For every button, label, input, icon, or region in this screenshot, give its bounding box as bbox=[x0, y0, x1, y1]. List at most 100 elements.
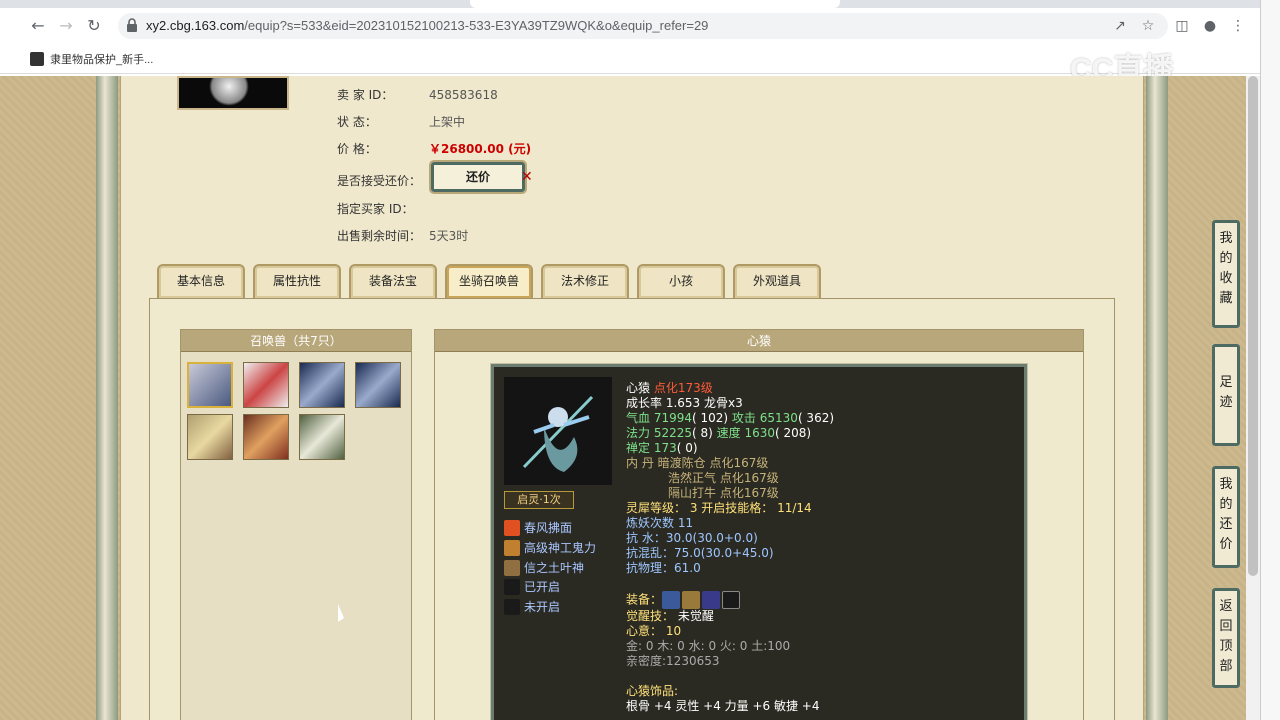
my-counter-offers-button[interactable]: 我的还价 bbox=[1211, 465, 1241, 569]
equipment-icon[interactable] bbox=[722, 591, 741, 609]
equipment-icon[interactable] bbox=[702, 591, 721, 609]
lianyao-count: 炼妖次数 11 bbox=[626, 516, 694, 530]
resist-physical: 抗物理：61.0 bbox=[626, 561, 701, 575]
mp-label: 法力 bbox=[626, 426, 654, 440]
seller-id-label: 卖 家 ID： bbox=[337, 88, 394, 102]
accept-counter-row: 是否接受还价： bbox=[337, 172, 429, 189]
tab-spell-mods[interactable]: 法术修正 bbox=[541, 264, 629, 298]
pet-stats: 心猿 点化173级 成长率 1.653 龙骨x3 气血 71994( 102) … bbox=[626, 381, 834, 714]
tab-appearance[interactable]: 外观道具 bbox=[733, 264, 821, 298]
skill-item[interactable]: 高级神工鬼力 bbox=[504, 539, 596, 556]
profile-icon[interactable]: ● bbox=[1200, 16, 1220, 36]
status-value: 上架中 bbox=[429, 115, 466, 129]
left-decorative-rail bbox=[96, 76, 118, 720]
zen-label: 禅定 bbox=[626, 441, 654, 455]
pet-portrait[interactable] bbox=[299, 362, 345, 408]
qiling-badge: 启灵·1次 bbox=[504, 491, 574, 509]
footprint-button[interactable]: 足迹 bbox=[1211, 343, 1241, 447]
pet-portrait[interactable] bbox=[355, 362, 401, 408]
skill-label: 已开启 bbox=[524, 580, 561, 594]
pet-portrait[interactable] bbox=[243, 362, 289, 408]
pet-card: 启灵·1次 春风拂面 高级神工鬼力 信之土叶神 已开启 未开启 心猿 点化173… bbox=[490, 363, 1028, 720]
back-arrow-icon[interactable]: ← bbox=[28, 16, 48, 36]
xinyi-value: 心意： 10 bbox=[626, 624, 682, 638]
address-bar[interactable]: xy2.cbg.163.com/equip?s=533&eid=20231015… bbox=[118, 13, 1168, 39]
zen-value: 173 bbox=[653, 441, 677, 455]
atk-value: 65130 bbox=[759, 411, 798, 425]
page-scrollbar[interactable] bbox=[1246, 76, 1260, 720]
active-browser-tab[interactable] bbox=[470, 0, 840, 8]
slot-icon bbox=[504, 578, 520, 595]
price-label: 价 格： bbox=[337, 142, 377, 156]
ornament-stats: 根骨 +4 灵性 +4 力量 +6 敏捷 +4 bbox=[626, 699, 820, 713]
gear-icon bbox=[504, 539, 520, 556]
skill-label: 信之土叶神 bbox=[524, 561, 585, 575]
skill-item[interactable]: 已开启 bbox=[504, 578, 560, 595]
share-icon[interactable]: ↗ bbox=[1110, 16, 1130, 36]
hp-extra: ( 102) bbox=[692, 411, 729, 425]
page-background: 卖 家 ID： 458583618 状 态： 上架中 价 格： ￥26800.00 (… bbox=[0, 76, 1246, 720]
tab-equipment[interactable]: 装备法宝 bbox=[349, 264, 437, 298]
time-left-label: 出售剩余时间： bbox=[337, 229, 422, 243]
pet-portrait[interactable] bbox=[299, 414, 345, 460]
leaf-icon bbox=[504, 559, 520, 576]
counter-offer-button[interactable]: 还价 bbox=[429, 160, 527, 194]
equip-label: 装备： bbox=[626, 592, 663, 607]
pet-list-panel: 召唤兽（共7只） bbox=[180, 329, 412, 720]
mp-value: 52225 bbox=[653, 426, 693, 440]
price-row: 价 格： ￥26800.00 (元) bbox=[337, 140, 531, 157]
skill-label: 高级神工鬼力 bbox=[524, 541, 597, 555]
seller-id-row: 卖 家 ID： 458583618 bbox=[337, 86, 498, 103]
resist-chaos: 抗混乱：75.0(30.0+45.0) bbox=[626, 546, 774, 560]
fire-icon bbox=[504, 519, 520, 536]
scrollbar-thumb[interactable] bbox=[1248, 76, 1258, 576]
lingxi-level: 灵犀等级： 3 开启技能格： 11/14 bbox=[626, 501, 812, 515]
neidan-item: 隔山打牛 点化167级 bbox=[668, 486, 779, 500]
character-avatar bbox=[177, 76, 289, 110]
skill-item[interactable]: 未开启 bbox=[504, 598, 560, 615]
tab-basic-info[interactable]: 基本信息 bbox=[157, 264, 245, 298]
growth-rate: 成长率 1.653 龙骨x3 bbox=[626, 396, 743, 410]
skill-item[interactable]: 信之土叶神 bbox=[504, 559, 584, 576]
tab-content: 召唤兽（共7只） 心猿 启灵·1次 春风拂面 高级神工鬼力 信之土叶神 已开启 … bbox=[149, 298, 1115, 720]
tab-attributes[interactable]: 属性抗性 bbox=[253, 264, 341, 298]
my-favorites-button[interactable]: 我的收藏 bbox=[1211, 219, 1241, 329]
tab-children[interactable]: 小孩 bbox=[637, 264, 725, 298]
tab-strip bbox=[0, 0, 1260, 8]
forward-arrow-icon[interactable]: → bbox=[56, 16, 76, 36]
pet-name: 心猿 bbox=[626, 381, 651, 395]
ornament-label: 心猿饰品: bbox=[626, 684, 679, 698]
pet-portrait[interactable] bbox=[187, 414, 233, 460]
main-panel: 卖 家 ID： 458583618 状 态： 上架中 价 格： ￥26800.00 (… bbox=[120, 76, 1144, 720]
slot-icon bbox=[504, 598, 520, 615]
right-decorative-rail bbox=[1146, 76, 1168, 720]
pet-portrait[interactable] bbox=[243, 414, 289, 460]
reload-icon[interactable]: ↻ bbox=[84, 16, 104, 36]
time-left-row: 出售剩余时间： 5天3时 bbox=[337, 227, 468, 244]
bookmark-item[interactable]: 隶里物品保护_新手... bbox=[30, 51, 153, 67]
tab-mounts-pets[interactable]: 坐骑召唤兽 bbox=[445, 264, 533, 298]
pet-portrait[interactable] bbox=[187, 362, 233, 408]
designated-buyer-row: 指定买家 ID： bbox=[337, 200, 429, 217]
lock-icon bbox=[127, 18, 137, 32]
spd-extra: ( 208) bbox=[775, 426, 812, 440]
status-label: 状 态： bbox=[337, 115, 377, 129]
mouse-cursor-icon bbox=[338, 604, 344, 622]
browser-toolbar: ← → ↻ xy2.cbg.163.com/equip?s=533&eid=20… bbox=[0, 8, 1260, 44]
pet-detail-header: 心猿 bbox=[435, 330, 1083, 352]
url-host: xy2.cbg.163.com bbox=[146, 18, 245, 33]
pet-list-header: 召唤兽（共7只） bbox=[181, 330, 411, 352]
price-value: ￥26800.00 (元) bbox=[429, 142, 532, 156]
sidepanel-icon[interactable]: ◫ bbox=[1172, 16, 1192, 36]
back-to-top-button[interactable]: 返回顶部 bbox=[1211, 587, 1241, 689]
bookmark-label: 隶里物品保护_新手... bbox=[50, 54, 154, 66]
background-window-edge bbox=[1260, 0, 1280, 720]
star-icon[interactable]: ☆ bbox=[1138, 16, 1158, 36]
equipment-icon[interactable] bbox=[682, 591, 701, 609]
menu-icon[interactable]: ⋮ bbox=[1228, 16, 1248, 36]
spd-label: 速度 bbox=[712, 426, 745, 440]
pet-detail-panel: 心猿 启灵·1次 春风拂面 高级神工鬼力 信之土叶神 已开启 未开启 心猿 点化… bbox=[434, 329, 1084, 720]
skill-item[interactable]: 春风拂面 bbox=[504, 519, 572, 536]
equipment-icon[interactable] bbox=[662, 591, 681, 609]
neidan-item: 暗渡陈仓 点化167级 bbox=[657, 456, 769, 470]
